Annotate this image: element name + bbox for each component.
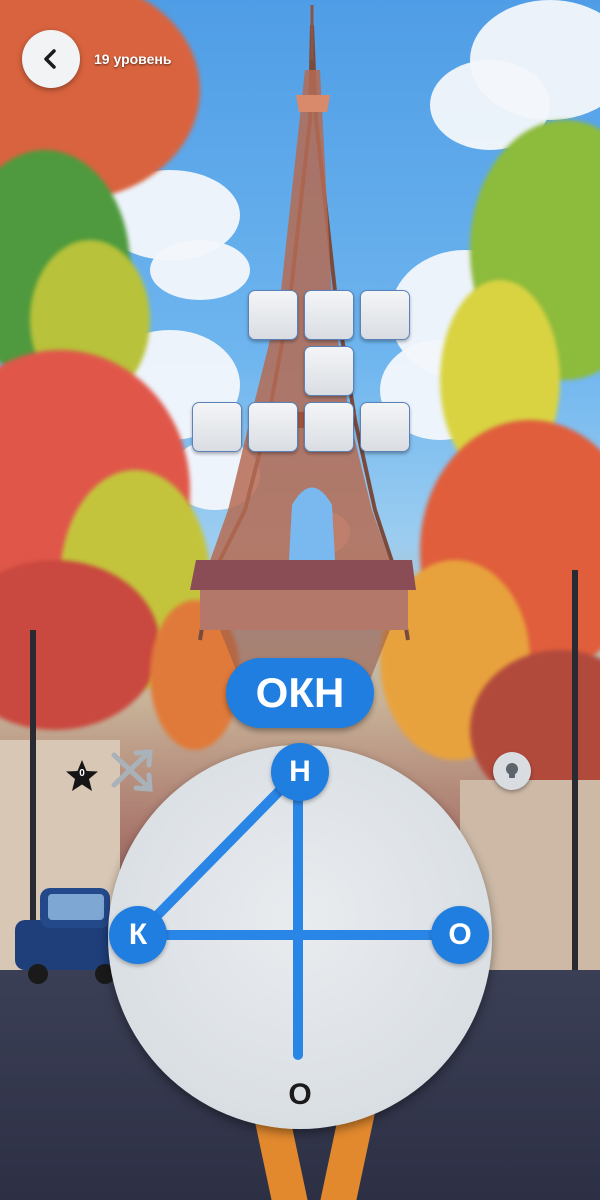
crossword-cell — [360, 402, 410, 452]
letter-wheel[interactable]: Н К О О — [108, 743, 492, 1129]
letter-bottom[interactable]: О — [271, 1066, 329, 1124]
eiffel-tower — [190, 5, 416, 680]
shuffle-icon[interactable] — [108, 745, 160, 797]
level-label: 19 уровень — [94, 51, 172, 67]
letter-top[interactable]: Н — [271, 743, 329, 801]
letter-right[interactable]: О — [431, 906, 489, 964]
letter-left[interactable]: К — [109, 906, 167, 964]
crossword-cell — [192, 402, 242, 452]
crossword-cell — [304, 346, 354, 396]
lamp-post — [572, 570, 578, 970]
crossword-cell — [360, 290, 410, 340]
lamp-post — [30, 630, 36, 920]
star-count: 0 — [79, 768, 85, 779]
back-button[interactable] — [22, 30, 80, 88]
crossword-cell — [248, 402, 298, 452]
hint-button[interactable] — [493, 752, 531, 790]
chevron-left-icon — [44, 49, 56, 69]
current-word: ОКН — [226, 658, 374, 728]
crossword-cell — [304, 290, 354, 340]
top-bar: 19 уровень — [22, 30, 171, 88]
lightbulb-icon — [506, 763, 518, 778]
crossword-cell — [304, 402, 354, 452]
crossword-cell — [248, 290, 298, 340]
star-counter[interactable]: 0 — [64, 758, 100, 794]
